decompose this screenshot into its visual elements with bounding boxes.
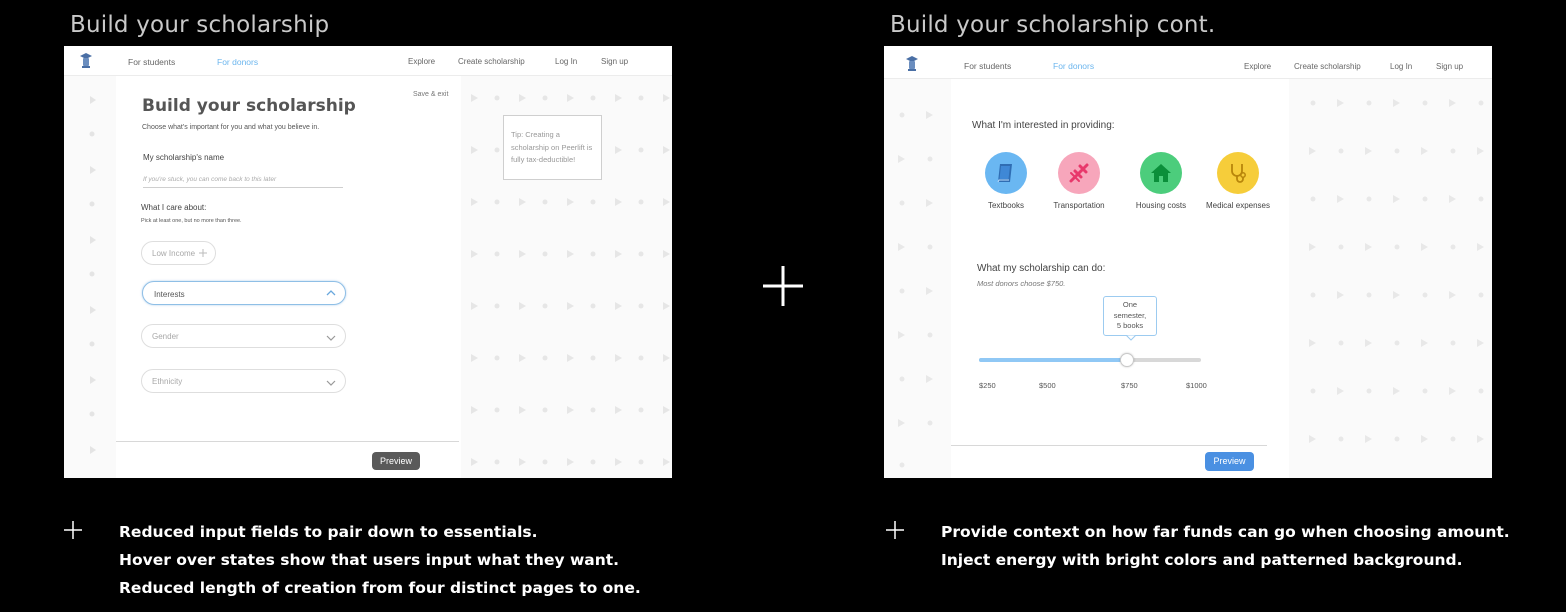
- amount-slider[interactable]: [979, 353, 1201, 367]
- plus-icon: [199, 249, 207, 257]
- tip-box: Tip: Creating a scholarship on Peerlift …: [503, 115, 602, 180]
- scholarship-name-label: My scholarship's name: [143, 153, 225, 162]
- pattern-background-right: [1289, 79, 1492, 478]
- interests-label: Interests: [154, 290, 185, 299]
- nav-create-scholarship[interactable]: Create scholarship: [458, 57, 525, 66]
- slider-tick-1000: $1000: [1186, 381, 1207, 390]
- left-form-panel: Save & exit Build your scholarship Choos…: [116, 76, 461, 478]
- pattern-background-left: [884, 79, 951, 478]
- tooltip-line-1: One: [1122, 300, 1138, 309]
- ethnicity-pill[interactable]: Ethnicity: [141, 369, 346, 393]
- nav-signup[interactable]: Sign up: [601, 57, 628, 66]
- preview-button[interactable]: Preview: [1205, 452, 1254, 471]
- left-captions: Reduced input fields to pair down to ess…: [119, 518, 641, 602]
- medical-option[interactable]: [1217, 152, 1259, 194]
- low-income-label: Low Income: [152, 249, 196, 258]
- footer-divider: [951, 445, 1267, 446]
- slider-tick-250: $250: [979, 381, 996, 390]
- right-captions: Provide context on how far funds can go …: [941, 518, 1510, 574]
- right-caption-1: Provide context on how far funds can go …: [941, 523, 1510, 541]
- house-icon: [1151, 164, 1171, 182]
- right-form-panel: What I'm interested in providing: Textbo…: [951, 79, 1289, 478]
- plus-icon: [64, 521, 82, 539]
- slider-handle[interactable]: [1120, 353, 1134, 367]
- tooltip-line-2: semester,: [1113, 310, 1147, 320]
- nav-explore[interactable]: Explore: [408, 57, 435, 66]
- right-section-title: Build your scholarship cont.: [890, 12, 1216, 38]
- left-nav-bar: For students For donors Explore Create s…: [64, 46, 672, 76]
- pattern-background-left: [64, 76, 116, 478]
- can-do-label: What my scholarship can do:: [977, 263, 1106, 274]
- care-about-hint: Pick at least one, but no more than thre…: [141, 218, 242, 224]
- airplane-icon: [1069, 163, 1089, 183]
- slider-tick-500: $500: [1039, 381, 1056, 390]
- left-screen: For students For donors Explore Create s…: [64, 46, 672, 478]
- nav-for-students[interactable]: For students: [964, 61, 1011, 71]
- nav-for-donors[interactable]: For donors: [1053, 61, 1094, 71]
- can-do-hint: Most donors choose $750.: [977, 279, 1066, 288]
- pattern-right-area: [1309, 99, 1484, 443]
- amount-tooltip: One semester, 5 books: [1103, 296, 1157, 336]
- interests-pill[interactable]: Interests: [142, 281, 346, 305]
- page-subheading: Choose what's important for you and what…: [142, 124, 320, 131]
- left-section-title: Build your scholarship: [70, 12, 330, 38]
- slider-fill: [979, 358, 1127, 362]
- right-nav-bar: For students For donors Explore Create s…: [884, 46, 1492, 79]
- nav-explore[interactable]: Explore: [1244, 62, 1271, 71]
- gender-label: Gender: [152, 332, 179, 341]
- ethnicity-label: Ethnicity: [152, 377, 183, 386]
- housing-option[interactable]: [1140, 152, 1182, 194]
- transportation-option[interactable]: [1058, 152, 1100, 194]
- providing-label: What I'm interested in providing:: [972, 120, 1115, 131]
- textbooks-option[interactable]: [985, 152, 1027, 194]
- nav-for-students[interactable]: For students: [128, 57, 175, 67]
- transportation-label: Transportation: [1053, 201, 1105, 210]
- stethoscope-icon: [1231, 164, 1246, 183]
- left-caption-2: Hover over states show that users input …: [119, 551, 620, 569]
- chevron-down-icon: [326, 380, 336, 386]
- nav-signup[interactable]: Sign up: [1436, 62, 1463, 71]
- left-caption-3: Reduced length of creation from four dis…: [119, 579, 641, 597]
- gender-pill[interactable]: Gender: [141, 324, 346, 348]
- nav-login[interactable]: Log In: [555, 57, 577, 66]
- logo-icon[interactable]: [905, 55, 919, 72]
- plus-icon: [886, 521, 904, 539]
- low-income-pill[interactable]: Low Income: [141, 241, 216, 265]
- right-caption-2: Inject energy with bright colors and pat…: [941, 551, 1463, 569]
- nav-for-donors[interactable]: For donors: [217, 57, 258, 67]
- slider-tick-750: $750: [1121, 381, 1138, 390]
- care-about-label: What I care about:: [141, 203, 207, 212]
- footer-divider: [116, 441, 459, 442]
- chevron-up-icon: [326, 290, 336, 296]
- pattern-left-strip: [898, 111, 933, 468]
- left-caption-1: Reduced input fields to pair down to ess…: [119, 523, 538, 541]
- pattern-left-strip: [89, 96, 96, 454]
- logo-icon[interactable]: [79, 52, 93, 69]
- page-heading: Build your scholarship: [142, 96, 356, 116]
- save-exit-link[interactable]: Save & exit: [413, 91, 448, 98]
- book-icon: [997, 164, 1012, 183]
- tooltip-line-3: 5 books: [1116, 321, 1144, 330]
- medical-label: Medical expenses: [1205, 201, 1271, 210]
- chevron-down-icon: [326, 335, 336, 341]
- tooltip-pointer: [1126, 335, 1136, 341]
- scholarship-name-input[interactable]: If you're stuck, you can come back to th…: [143, 176, 343, 188]
- right-screen: For students For donors Explore Create s…: [884, 46, 1492, 478]
- big-plus-icon: [763, 266, 803, 306]
- nav-login[interactable]: Log In: [1390, 62, 1412, 71]
- preview-button[interactable]: Preview: [372, 452, 420, 470]
- nav-create-scholarship[interactable]: Create scholarship: [1294, 62, 1361, 71]
